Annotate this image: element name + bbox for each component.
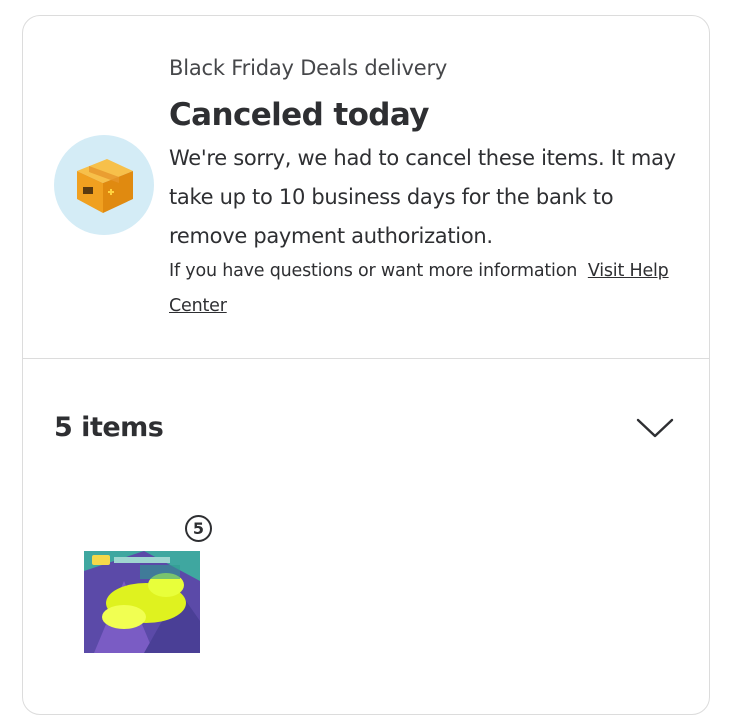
product-image[interactable] xyxy=(84,551,200,653)
items-count-heading: 5 items xyxy=(54,412,164,443)
cancellation-message: We're sorry, we had to cancel these item… xyxy=(169,146,676,248)
delivery-status-block: Black Friday Deals delivery Canceled tod… xyxy=(169,54,689,324)
order-card: Black Friday Deals delivery Canceled tod… xyxy=(22,15,710,715)
package-box-icon xyxy=(54,135,154,235)
help-text: If you have questions or want more infor… xyxy=(169,261,578,281)
chevron-down-icon[interactable] xyxy=(635,414,675,444)
status-title: Canceled today xyxy=(169,97,429,133)
quantity-badge: 5 xyxy=(185,515,212,542)
help-text-row: If you have questions or want more infor… xyxy=(169,254,689,324)
section-divider xyxy=(23,358,709,359)
delivery-type-label: Black Friday Deals delivery xyxy=(169,56,448,80)
